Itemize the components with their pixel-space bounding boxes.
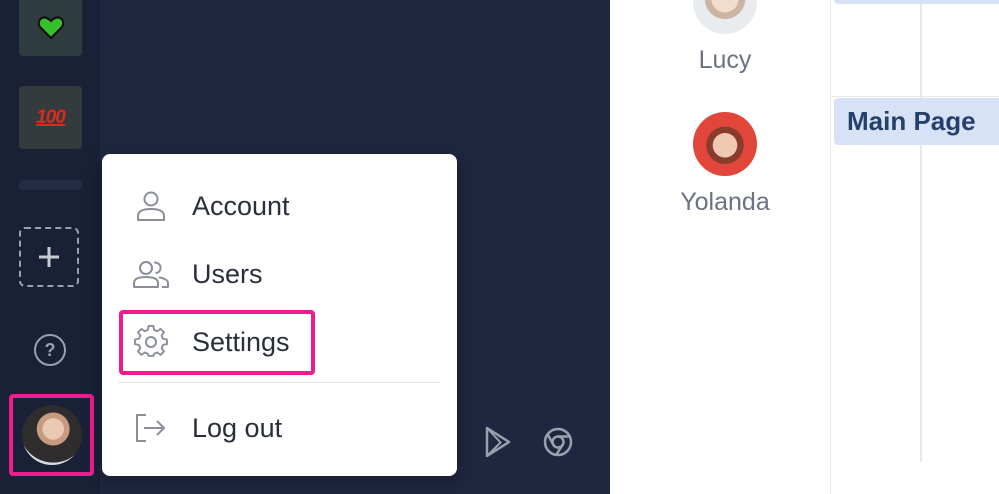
menu-item-label: Account xyxy=(192,190,290,221)
help-button[interactable]: ? xyxy=(34,334,66,366)
logout-icon xyxy=(132,409,170,447)
menu-item-users[interactable]: Users xyxy=(132,249,452,299)
add-workspace-button[interactable] xyxy=(19,227,79,287)
rail-divider xyxy=(19,180,82,190)
plus-icon xyxy=(39,247,59,267)
task-chip-main-page[interactable]: Main Page xyxy=(834,98,999,145)
gear-icon xyxy=(132,323,170,361)
google-play-icon[interactable] xyxy=(478,422,518,462)
chrome-icon[interactable] xyxy=(538,422,578,462)
menu-item-label: Log out xyxy=(192,412,283,443)
avatar-yolanda[interactable] xyxy=(693,112,757,176)
menu-divider xyxy=(118,382,440,383)
person-name: Lucy xyxy=(698,46,752,74)
menu-item-label: Settings xyxy=(192,326,290,357)
timeline-gridline xyxy=(920,0,922,462)
user-avatar-button[interactable] xyxy=(22,405,82,465)
task-chip-partial[interactable] xyxy=(834,0,999,4)
hundred-points-icon: 100 xyxy=(36,106,66,128)
menu-item-logout[interactable]: Log out xyxy=(132,403,452,453)
workspace-tile-100[interactable]: 100 xyxy=(19,86,82,149)
timeline-row-divider xyxy=(830,96,999,97)
green-heart-icon xyxy=(37,16,64,40)
menu-item-label: Users xyxy=(192,258,263,289)
question-mark-icon: ? xyxy=(44,339,56,360)
task-chip-label: Main Page xyxy=(847,106,976,136)
users-icon xyxy=(132,255,170,293)
menu-item-settings[interactable]: Settings xyxy=(132,317,452,367)
workspace-tile-heart[interactable] xyxy=(19,0,82,56)
person-name: Yolanda xyxy=(680,188,770,216)
menu-item-account[interactable]: Account xyxy=(132,181,452,231)
person-icon xyxy=(132,187,170,225)
